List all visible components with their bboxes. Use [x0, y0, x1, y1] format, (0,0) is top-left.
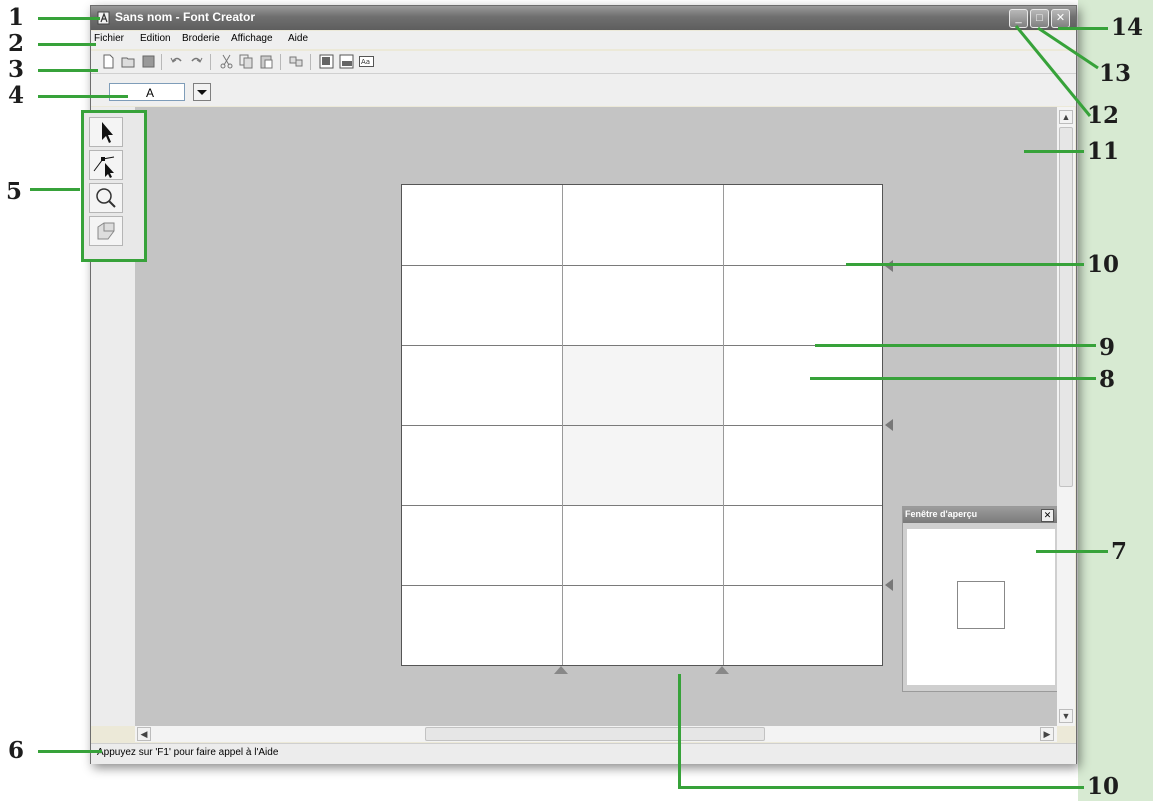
guide-marker[interactable]: [885, 579, 893, 591]
callout-number-3: 3: [8, 56, 25, 83]
select-arrow-icon: [102, 122, 113, 143]
grid-line: [402, 265, 882, 266]
grid-line: [402, 345, 882, 346]
callout-number-5: 5: [6, 178, 23, 205]
grid-line: [402, 505, 882, 506]
preview-window[interactable]: Fenêtre d'aperçu ✕: [902, 506, 1060, 692]
menu-aide[interactable]: Aide: [288, 33, 308, 44]
callout-line-10b: [678, 786, 1084, 789]
save-icon[interactable]: [141, 54, 156, 69]
guide-marker[interactable]: [554, 666, 568, 674]
callout-number-4: 4: [8, 82, 25, 109]
menu-bar: Fichier Edition Broderie Affichage Aide: [91, 31, 1076, 49]
menu-affichage[interactable]: Affichage: [231, 33, 273, 44]
preview-title-bar[interactable]: Fenêtre d'aperçu ✕: [903, 507, 1059, 523]
paste-icon[interactable]: [259, 54, 274, 69]
scroll-down-button[interactable]: ▼: [1059, 709, 1073, 723]
tool-palette: [81, 110, 147, 262]
grid-line: [723, 185, 724, 665]
guide-marker[interactable]: [885, 419, 893, 431]
scroll-right-button[interactable]: ▶: [1040, 727, 1054, 741]
undo-icon[interactable]: [169, 54, 184, 69]
special-icon[interactable]: [289, 54, 304, 69]
callout-line-5: [30, 188, 80, 191]
toolbar-separator: [161, 54, 162, 70]
guide-marker[interactable]: [885, 260, 893, 272]
callout-line-6: [38, 750, 102, 753]
grid-line: [402, 425, 882, 426]
new-icon[interactable]: [101, 54, 116, 69]
callout-line-1: [38, 17, 100, 20]
toolbar: Aa: [91, 51, 1076, 74]
vertical-scrollbar[interactable]: ▲ ▼: [1057, 107, 1075, 726]
callout-line-8: [810, 377, 1096, 380]
callout-number-10: 10: [1087, 251, 1120, 278]
vertical-scroll-thumb[interactable]: [1059, 127, 1073, 487]
callout-number-14: 14: [1111, 14, 1144, 41]
menu-edition[interactable]: Edition: [140, 33, 171, 44]
zoom-tool-button[interactable]: [89, 183, 123, 213]
preview-frame: [957, 581, 1005, 629]
editing-canvas[interactable]: Fenêtre d'aperçu ✕: [135, 107, 1060, 726]
redo-icon[interactable]: [189, 54, 204, 69]
view-icon-1[interactable]: [319, 54, 334, 69]
callout-line-11: [1024, 150, 1084, 153]
title-bar[interactable]: Sans nom - Font Creator _ □ ✕: [91, 6, 1076, 30]
status-bar: Appuyez sur 'F1' pour faire appel à l'Ai…: [91, 743, 1076, 764]
open-icon[interactable]: [121, 54, 136, 69]
preview-area: [907, 529, 1055, 685]
chevron-down-icon: [197, 90, 207, 95]
callout-line-7: [1036, 550, 1108, 553]
preview-title: Fenêtre d'aperçu: [905, 509, 978, 519]
callout-line-4: [38, 95, 128, 98]
pan-icon: [97, 222, 115, 240]
callout-number-6: 6: [8, 737, 25, 764]
toolbar-separator: [310, 54, 311, 70]
callout-number-10b: 10: [1087, 773, 1120, 800]
menu-broderie[interactable]: Broderie: [182, 33, 220, 44]
callout-line-2: [38, 43, 96, 46]
copy-icon[interactable]: [239, 54, 254, 69]
font-creator-window: Sans nom - Font Creator _ □ ✕ Fichier Ed…: [81, 5, 1077, 764]
callout-number-7: 7: [1111, 538, 1128, 565]
toolbar-separator: [210, 54, 211, 70]
callout-number-13: 13: [1099, 60, 1132, 87]
select-tool-button[interactable]: [89, 117, 123, 147]
callout-line-3: [38, 69, 98, 72]
grid-line: [562, 185, 563, 665]
callout-line-14: [1058, 27, 1108, 30]
text-view-icon[interactable]: Aa: [359, 54, 374, 69]
guide-marker[interactable]: [715, 666, 729, 674]
point-edit-icon: [93, 156, 115, 178]
preview-close-button[interactable]: ✕: [1041, 509, 1054, 522]
toolbar-separator: [280, 54, 281, 70]
character-dropdown-button[interactable]: [193, 83, 211, 101]
window-title: Sans nom - Font Creator: [115, 10, 256, 24]
horizontal-scroll-thumb[interactable]: [425, 727, 765, 741]
cut-icon[interactable]: [219, 54, 234, 69]
callout-line-10b-vertical: [678, 674, 681, 788]
svg-text:Aa: Aa: [361, 58, 370, 66]
menu-fichier[interactable]: Fichier: [94, 33, 124, 44]
callout-number-11: 11: [1087, 138, 1120, 165]
character-combo[interactable]: A: [109, 83, 185, 101]
status-text: Appuyez sur 'F1' pour faire appel à l'Ai…: [97, 747, 279, 758]
character-grid[interactable]: [401, 184, 883, 666]
point-edit-tool-button[interactable]: [89, 150, 123, 180]
scroll-left-button[interactable]: ◀: [137, 727, 151, 741]
callout-number-8: 8: [1099, 366, 1116, 393]
view-icon-2[interactable]: [339, 54, 354, 69]
callout-line-10: [846, 263, 1084, 266]
horizontal-scrollbar[interactable]: ◀ ▶: [135, 726, 1057, 742]
callout-number-1: 1: [8, 4, 25, 31]
character-select-bar: A: [91, 74, 1076, 106]
callout-number-2: 2: [8, 30, 25, 57]
callout-number-9: 9: [1099, 334, 1116, 361]
pan-tool-button[interactable]: [89, 216, 123, 246]
callout-line-9: [815, 344, 1096, 347]
callout-line-13: [1037, 26, 1099, 70]
grid-line: [402, 585, 882, 586]
zoom-icon: [96, 188, 116, 208]
